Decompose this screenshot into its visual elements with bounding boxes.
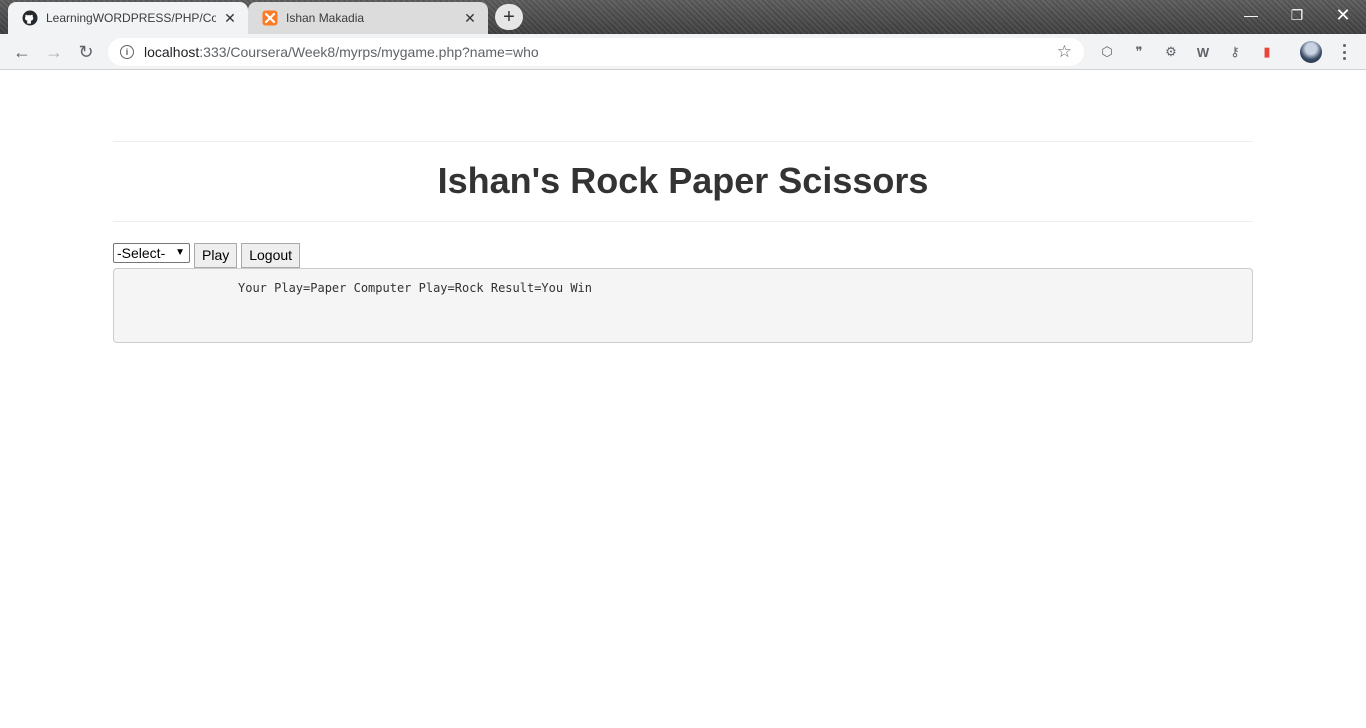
back-button[interactable]: ← [10, 40, 34, 64]
maximize-button[interactable]: ❐ [1274, 0, 1320, 30]
github-icon [22, 10, 38, 26]
reload-icon: ↻ [78, 41, 94, 62]
play-button[interactable]: Play [194, 243, 238, 268]
new-tab-button[interactable]: + [495, 4, 523, 30]
arrow-left-icon: ← [13, 41, 31, 62]
extension-w-icon[interactable]: W [1194, 43, 1212, 61]
logout-button[interactable]: Logout [241, 243, 301, 268]
minimize-icon: — [1244, 7, 1258, 23]
extension-gear-icon[interactable]: ⚙ [1162, 43, 1180, 61]
address-bar[interactable]: i localhost:333/Coursera/Week8/myrps/myg… [108, 38, 1084, 66]
dropdown-arrow-icon: ▼ [175, 247, 185, 258]
tab-title: Ishan Makadia [286, 11, 365, 25]
close-icon[interactable]: ✕ [462, 10, 478, 26]
forward-button[interactable]: → [42, 40, 66, 64]
minimize-button[interactable]: — [1228, 0, 1274, 30]
browser-toolbar: ← → ↻ i localhost:333/Coursera/Week8/myr… [0, 34, 1366, 70]
info-icon[interactable]: i [120, 45, 134, 59]
tab-strip: LearningWORDPRESS/PHP/Cours ✕ Ishan Maka… [0, 0, 1366, 34]
extension-cube-icon[interactable]: ⬡ [1098, 43, 1116, 61]
result-box: Your Play=Paper Computer Play=Rock Resul… [113, 268, 1253, 343]
select-value: -Select- [117, 245, 166, 261]
extension-key-icon[interactable]: ⚷ [1226, 43, 1244, 61]
url-path: :333/Coursera/Week8/myrps/mygame.php?nam… [199, 44, 539, 60]
xampp-icon [262, 10, 278, 26]
close-window-button[interactable]: ✕ [1320, 0, 1366, 30]
reload-button[interactable]: ↻ [74, 40, 98, 64]
profile-avatar[interactable] [1300, 41, 1322, 63]
play-select[interactable]: -Select- ▼ [113, 243, 190, 263]
extension-lock-icon[interactable]: ▮ [1258, 43, 1276, 61]
url-text: localhost:333/Coursera/Week8/myrps/mygam… [144, 44, 1057, 60]
game-form: -Select- ▼ Play Logout [113, 243, 301, 268]
page-content: Ishan's Rock Paper Scissors -Select- ▼ P… [0, 71, 1366, 728]
extension-quote-icon[interactable]: ❞ [1130, 43, 1148, 61]
divider [113, 221, 1253, 222]
tab-learningwordpress[interactable]: LearningWORDPRESS/PHP/Cours ✕ [8, 2, 248, 34]
restore-icon: ❐ [1290, 6, 1304, 23]
plus-icon: + [503, 6, 515, 28]
close-icon[interactable]: ✕ [222, 10, 238, 26]
tab-ishan-makadia[interactable]: Ishan Makadia ✕ [248, 2, 488, 34]
menu-icon[interactable] [1336, 42, 1352, 62]
arrow-right-icon: → [45, 41, 63, 62]
page-title: Ishan's Rock Paper Scissors [437, 160, 929, 201]
divider [113, 141, 1253, 142]
tab-title: LearningWORDPRESS/PHP/Cours [46, 11, 216, 25]
url-host: localhost [144, 44, 200, 60]
close-icon: ✕ [1335, 4, 1351, 25]
star-icon[interactable]: ☆ [1057, 42, 1072, 62]
